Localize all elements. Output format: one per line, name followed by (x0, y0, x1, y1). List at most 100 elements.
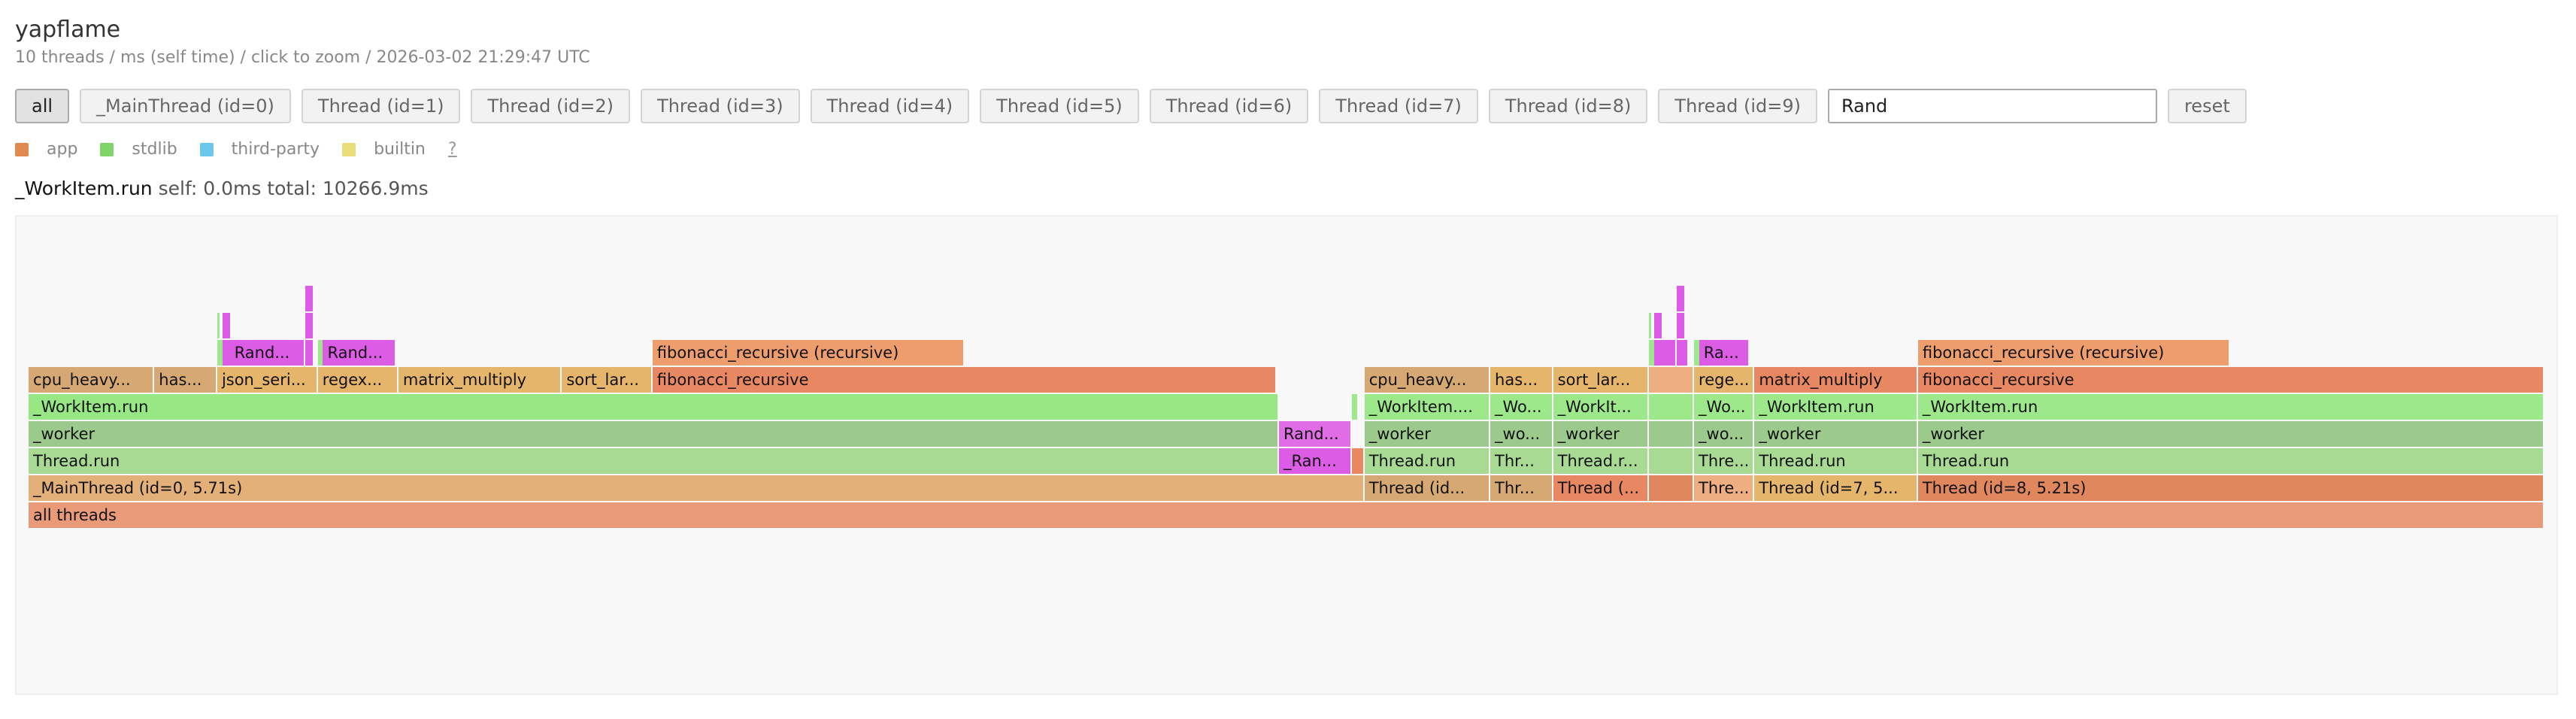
flame-frame[interactable]: Rand... (229, 340, 306, 366)
flame-frame[interactable]: Thr... (1490, 448, 1553, 474)
flame-frame[interactable] (1676, 313, 1684, 338)
flame-frame[interactable]: Thr... (1490, 475, 1553, 501)
flame-frame[interactable]: _WorkIt... (1553, 394, 1649, 420)
flame-frame[interactable]: fibonacci_recursive (1917, 367, 2544, 393)
thread-button-5[interactable]: Thread (id=5) (980, 89, 1139, 123)
flame-frame[interactable]: json_seri... (217, 367, 318, 393)
legend-app-label: app (47, 140, 78, 159)
flame-frame[interactable]: _Ran... (1278, 448, 1352, 474)
flame-frame[interactable]: fibonacci_recursive (652, 367, 1277, 393)
hover-status: _WorkItem.run self: 0.0ms total: 10266.9… (15, 177, 429, 199)
legend-app-swatch (15, 142, 29, 156)
reset-button[interactable]: reset (2167, 89, 2247, 123)
flame-frame[interactable]: _Wo... (1694, 394, 1755, 420)
flame-frame[interactable]: _worker (29, 421, 1279, 447)
flame-frame[interactable]: Thread (id=8, 5.21s) (1917, 475, 2544, 501)
flame-frame[interactable] (1653, 313, 1662, 338)
thread-button-6[interactable]: Thread (id=6) (1149, 89, 1309, 123)
legend-help-link[interactable]: ? (448, 140, 457, 159)
app-title: yapflame (15, 17, 121, 43)
flame-frame[interactable] (1648, 313, 1652, 338)
flame-frame[interactable]: matrix_multiply (1754, 367, 1918, 393)
flame-frame[interactable]: Thread (id... (1364, 475, 1491, 501)
flame-frame[interactable] (1648, 448, 1695, 474)
flame-frame[interactable] (1653, 340, 1664, 366)
legend-builtin-swatch (342, 142, 356, 156)
flame-frame[interactable]: Rand... (323, 340, 396, 366)
flame-frame[interactable]: _WorkItem.... (1364, 394, 1491, 420)
flame-frame[interactable]: sort_lar... (562, 367, 653, 393)
flame-frame[interactable]: has... (154, 367, 217, 393)
flame-frame[interactable]: Thread.r... (1553, 448, 1649, 474)
flame-frame[interactable]: _wo... (1694, 421, 1755, 447)
thread-button-4[interactable]: Thread (id=4) (810, 89, 970, 123)
flame-frame[interactable]: Ra... (1699, 340, 1750, 366)
flame-frame[interactable]: regex... (317, 367, 399, 393)
thread-button-9[interactable]: Thread (id=9) (1658, 89, 1817, 123)
flame-frame[interactable] (222, 340, 230, 366)
flame-frame[interactable]: fibonacci_recursive (recursive) (1917, 340, 2230, 366)
thread-button-all[interactable]: all (15, 89, 70, 123)
app-subtitle: 10 threads / ms (self time) / click to z… (15, 48, 590, 67)
flame-frame[interactable]: fibonacci_recursive (recursive) (652, 340, 965, 366)
flame-frame[interactable]: _WorkItem.run (1917, 394, 2544, 420)
flame-frame[interactable]: Thread (id=7, 5... (1754, 475, 1918, 501)
status-details: self: 0.0ms total: 10266.9ms (158, 177, 429, 199)
legend-third-party-swatch (199, 142, 214, 156)
flame-frame[interactable] (1648, 475, 1695, 501)
flame-frame[interactable] (1351, 394, 1357, 420)
flame-frame[interactable]: _worker (1553, 421, 1649, 447)
flame-frame[interactable] (217, 340, 223, 366)
flame-frame[interactable]: Thread.run (1917, 448, 2544, 474)
flame-frame[interactable]: cpu_heavy... (1364, 367, 1491, 393)
flame-frame[interactable]: _MainThread (id=0, 5.71s) (29, 475, 1365, 501)
flame-frame[interactable] (222, 313, 230, 338)
legend-third-party-label: third-party (231, 140, 320, 159)
flame-frame[interactable]: Thread.run (29, 448, 1279, 474)
flame-frame[interactable]: Thre... (1694, 448, 1755, 474)
flame-frame[interactable] (1648, 421, 1695, 447)
flame-frame[interactable]: Thread (... (1553, 475, 1649, 501)
flame-frame[interactable] (1663, 340, 1677, 366)
thread-button-1[interactable]: Thread (id=1) (301, 89, 461, 123)
thread-toolbar: all _MainThread (id=0) Thread (id=1) Thr… (15, 89, 2247, 123)
thread-button-2[interactable]: Thread (id=2) (471, 89, 631, 123)
flame-frame[interactable]: rege... (1694, 367, 1755, 393)
flame-frame[interactable]: cpu_heavy... (29, 367, 155, 393)
flame-frame[interactable]: _worker (1754, 421, 1918, 447)
flame-frame[interactable] (305, 286, 314, 311)
flame-frame[interactable] (1648, 367, 1695, 393)
flame-frame[interactable]: all threads (29, 502, 2544, 528)
flame-frame[interactable] (305, 313, 314, 338)
legend-stdlib-swatch (100, 142, 114, 156)
flame-frame[interactable] (217, 313, 220, 338)
search-input[interactable] (1827, 89, 2157, 123)
flame-frame[interactable] (1648, 394, 1695, 420)
flame-frame[interactable] (1648, 340, 1654, 366)
thread-button-3[interactable]: Thread (id=3) (641, 89, 800, 123)
flame-frame[interactable] (1694, 340, 1699, 366)
flame-frame[interactable]: Rand... (1278, 421, 1352, 447)
flame-frame[interactable]: _wo... (1490, 421, 1553, 447)
flame-frame[interactable]: _Wo... (1490, 394, 1553, 420)
thread-button-main[interactable]: _MainThread (id=0) (80, 89, 291, 123)
flame-frame[interactable]: Thread.run (1364, 448, 1491, 474)
flame-frame[interactable] (1351, 448, 1365, 474)
flame-frame[interactable]: Thread.run (1754, 448, 1918, 474)
flame-frame[interactable] (305, 340, 314, 366)
flame-graph[interactable]: all threads _MainThread (id=0, 5.71s) Thre… (15, 215, 2558, 695)
status-function: _WorkItem.run (15, 177, 153, 199)
flame-frame[interactable]: _worker (1364, 421, 1491, 447)
thread-button-8[interactable]: Thread (id=8) (1488, 89, 1648, 123)
flame-frame[interactable]: Thre... (1694, 475, 1755, 501)
flame-frame[interactable] (1676, 340, 1690, 366)
flame-frame[interactable]: sort_lar... (1553, 367, 1649, 393)
thread-button-7[interactable]: Thread (id=7) (1319, 89, 1478, 123)
flame-frame[interactable]: _WorkItem.run (1754, 394, 1918, 420)
flame-frame[interactable] (1676, 286, 1684, 311)
flame-frame[interactable]: _WorkItem.run (29, 394, 1279, 420)
flame-frame[interactable]: has... (1490, 367, 1553, 393)
flame-frame[interactable]: _worker (1917, 421, 2544, 447)
flame-frame[interactable] (317, 340, 323, 366)
flame-frame[interactable]: matrix_multiply (398, 367, 562, 393)
